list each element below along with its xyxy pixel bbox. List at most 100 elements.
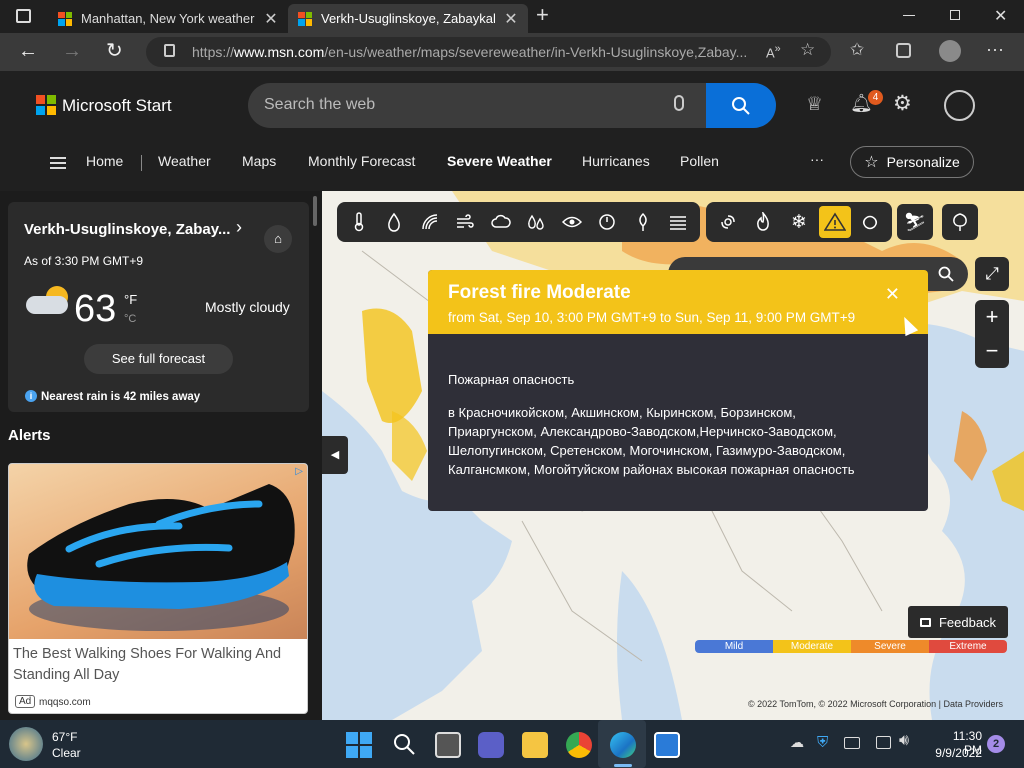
pressure-layer-button[interactable] [591,206,623,238]
nav-severe-weather[interactable]: Severe Weather [447,153,552,169]
nav-weather[interactable]: Weather [158,153,211,169]
pollen-layer-button[interactable] [627,206,659,238]
search-box[interactable]: Search the web [248,83,776,128]
earthquake-icon [863,215,878,230]
minimize-window-button[interactable] [903,15,915,16]
favorites-icon[interactable]: ✩ [850,40,864,60]
search-input[interactable]: Search the web [264,96,375,114]
humidity-layer-button[interactable] [520,206,552,238]
back-arrow-icon[interactable]: ← [18,40,38,63]
unit-fahrenheit-toggle[interactable]: °F [124,292,137,307]
settings-gear-icon[interactable]: ⚙ [893,91,912,116]
cloud-layer-button[interactable] [485,206,517,238]
ad-source[interactable]: mqqso.com [39,697,91,708]
temperature-value: 63 [74,288,117,330]
nav-more-button[interactable]: ··· [810,151,824,167]
clock-date[interactable]: 9/9/2022 [928,746,982,760]
new-tab-button[interactable]: + [536,2,549,28]
display-icon[interactable] [876,736,891,749]
forward-arrow-icon[interactable]: → [62,40,82,63]
brand-name[interactable]: Microsoft Start [62,96,172,116]
unit-celsius-toggle[interactable]: °C [124,313,136,325]
precipitation-layer-button[interactable] [378,206,410,238]
nav-maps[interactable]: Maps [242,153,276,169]
microphone-icon[interactable] [674,95,684,111]
tab-verkh-usuglinskoye[interactable]: Verkh-Usuglinskoye, Zabaykalsky ✕ [288,4,528,33]
nav-home[interactable]: Home [86,153,123,169]
fullscreen-button[interactable]: ⤢ [975,257,1009,291]
taskbar-search-icon[interactable] [392,732,416,756]
volume-icon[interactable]: 🔊︎ [899,732,909,750]
browser-menu-icon[interactable]: ··· [986,39,1004,60]
security-shield-icon[interactable]: ⛨ [817,734,828,751]
chrome-icon[interactable] [566,732,592,758]
close-popup-icon[interactable]: ✕ [885,284,900,305]
earthquake-layer-button[interactable] [854,206,886,238]
start-windows-icon[interactable] [346,732,372,758]
store-icon[interactable] [654,732,680,758]
close-tab-icon[interactable]: ✕ [504,9,518,29]
read-aloud-icon[interactable]: A» [766,43,781,60]
tray-overflow-icon[interactable]: ☁ [790,734,804,751]
add-favorite-icon[interactable]: ☆ [800,40,815,60]
search-button[interactable] [706,83,776,128]
visibility-layer-button[interactable] [556,206,588,238]
collapse-panel-button[interactable]: ◀ [322,436,348,474]
tab-manhattan-weather[interactable]: Manhattan, New York weather fo ✕ [48,4,288,33]
edge-browser-icon[interactable] [610,732,636,758]
taskbar-weather-temp[interactable]: 67°F [52,730,77,744]
info-icon: i [25,390,37,402]
ad-title[interactable]: The Best Walking Shoes For Walking And S… [13,644,305,686]
nav-pollen[interactable]: Pollen [680,153,719,169]
teams-chat-icon[interactable] [478,732,504,758]
tab-actions-icon[interactable] [16,9,31,23]
nav-hurricanes[interactable]: Hurricanes [582,153,650,169]
microsoft-logo-icon[interactable] [36,95,56,115]
refresh-icon[interactable]: ↻ [106,38,123,63]
nav-monthly-forecast[interactable]: Monthly Forecast [308,153,415,169]
panel-scrollbar[interactable] [313,196,317,226]
temperature-layer-button[interactable] [343,206,375,238]
close-tab-icon[interactable]: ✕ [264,9,278,29]
ad-image[interactable] [9,464,307,639]
cloud-icon [491,214,511,228]
alert-text-line: Приаргунском, Александрово-Заводском,Нер… [448,424,837,439]
wind-layer-button[interactable] [449,206,481,238]
nav-separator [141,155,142,171]
chevron-right-icon[interactable]: › [236,217,242,238]
feedback-button[interactable]: Feedback [908,606,1008,638]
tree-layer-button[interactable] [942,204,978,240]
hurricane-layer-button[interactable] [712,206,744,238]
notification-center-badge[interactable]: 2 [987,735,1005,753]
wildfire-layer-button[interactable] [747,206,779,238]
sparkle-star-icon: ☆ [864,154,879,171]
weather-widget-icon[interactable] [9,727,43,761]
file-explorer-icon[interactable] [522,732,548,758]
zoom-in-button[interactable]: + [975,300,1009,334]
taskbar-weather-condition[interactable]: Clear [52,746,81,760]
ski-layer-button[interactable]: ⛷ [897,204,933,240]
account-avatar-icon[interactable] [944,90,975,121]
location-title[interactable]: Verkh-Usuglinskoye, Zabay... [24,221,230,238]
zoom-out-button[interactable]: − [975,334,1009,368]
ad-badge: Ad [15,695,36,708]
restore-window-button[interactable] [950,10,960,20]
adchoices-icon[interactable]: ▷ [295,466,303,477]
home-location-button[interactable]: ⌂ [264,225,292,253]
ad-card[interactable]: ▷ The Best Walking Shoes For Walking And… [8,463,308,714]
close-window-button[interactable]: ✕ [994,6,1007,26]
url-field[interactable]: https://www.msn.com/en-us/weather/maps/s… [146,37,831,67]
rewards-trophy-icon[interactable]: ♕ [806,93,823,116]
map-copyright[interactable]: © 2022 TomTom, © 2022 Microsoft Corporat… [748,699,1003,709]
severe-alerts-layer-button[interactable] [818,206,851,238]
see-full-forecast-button[interactable]: See full forecast [84,344,233,374]
hamburger-menu-icon[interactable] [50,157,66,169]
radar-layer-button[interactable] [414,206,446,238]
keyboard-icon[interactable] [844,737,860,749]
collections-icon[interactable] [896,43,911,58]
fog-layer-button[interactable] [662,206,694,238]
winter-layer-button[interactable]: ❄ [783,206,815,238]
profile-avatar[interactable] [939,40,961,62]
task-view-icon[interactable] [435,732,461,758]
personalize-button[interactable]: ☆ Personalize [850,146,974,178]
